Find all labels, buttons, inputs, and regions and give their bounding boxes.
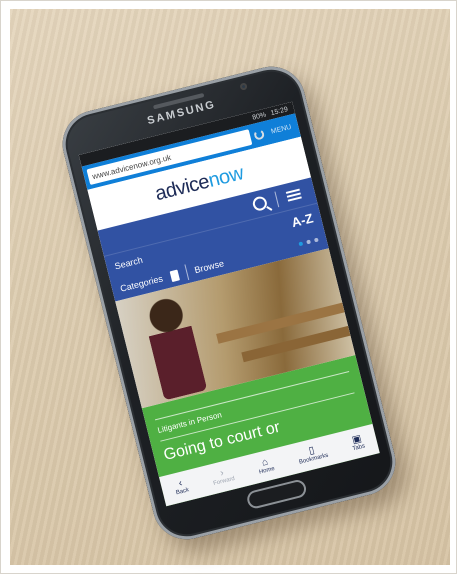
forward-button[interactable]: › Forward bbox=[210, 466, 236, 488]
document-icon bbox=[169, 269, 180, 282]
carousel-dots bbox=[298, 237, 319, 247]
bookmarks-button[interactable]: ▯ Bookmarks bbox=[296, 443, 329, 466]
tabs-label: Tabs bbox=[352, 443, 366, 453]
az-link[interactable]: A-Z bbox=[290, 210, 315, 230]
carousel-dot[interactable] bbox=[306, 239, 312, 245]
carousel-dot-active[interactable] bbox=[298, 241, 304, 247]
icon-divider bbox=[274, 191, 280, 208]
reload-icon[interactable] bbox=[253, 128, 266, 141]
carousel-dot[interactable] bbox=[313, 237, 319, 243]
forward-label: Forward bbox=[212, 475, 236, 488]
back-button[interactable]: ‹ Back bbox=[173, 478, 190, 497]
tabs-button[interactable]: ▣ Tabs bbox=[350, 433, 366, 453]
photo-frame: SAMSUNG 80% 15:29 www.advicenow.org.uk M… bbox=[0, 0, 457, 574]
battery-level: 80% bbox=[251, 111, 267, 122]
search-icon[interactable] bbox=[251, 195, 269, 213]
back-label: Back bbox=[175, 487, 190, 497]
menu-button[interactable]: MENU bbox=[267, 123, 295, 136]
logo-suffix: now bbox=[205, 161, 246, 192]
hamburger-menu-icon[interactable] bbox=[285, 188, 302, 202]
logo-prefix: advice bbox=[152, 170, 212, 205]
home-button[interactable]: ⌂ Home bbox=[256, 456, 276, 476]
search-link[interactable]: Search bbox=[114, 255, 144, 272]
home-label: Home bbox=[258, 465, 276, 476]
nav-divider bbox=[183, 264, 189, 281]
browse-link[interactable]: Browse bbox=[193, 258, 225, 275]
person-figure bbox=[140, 292, 208, 401]
